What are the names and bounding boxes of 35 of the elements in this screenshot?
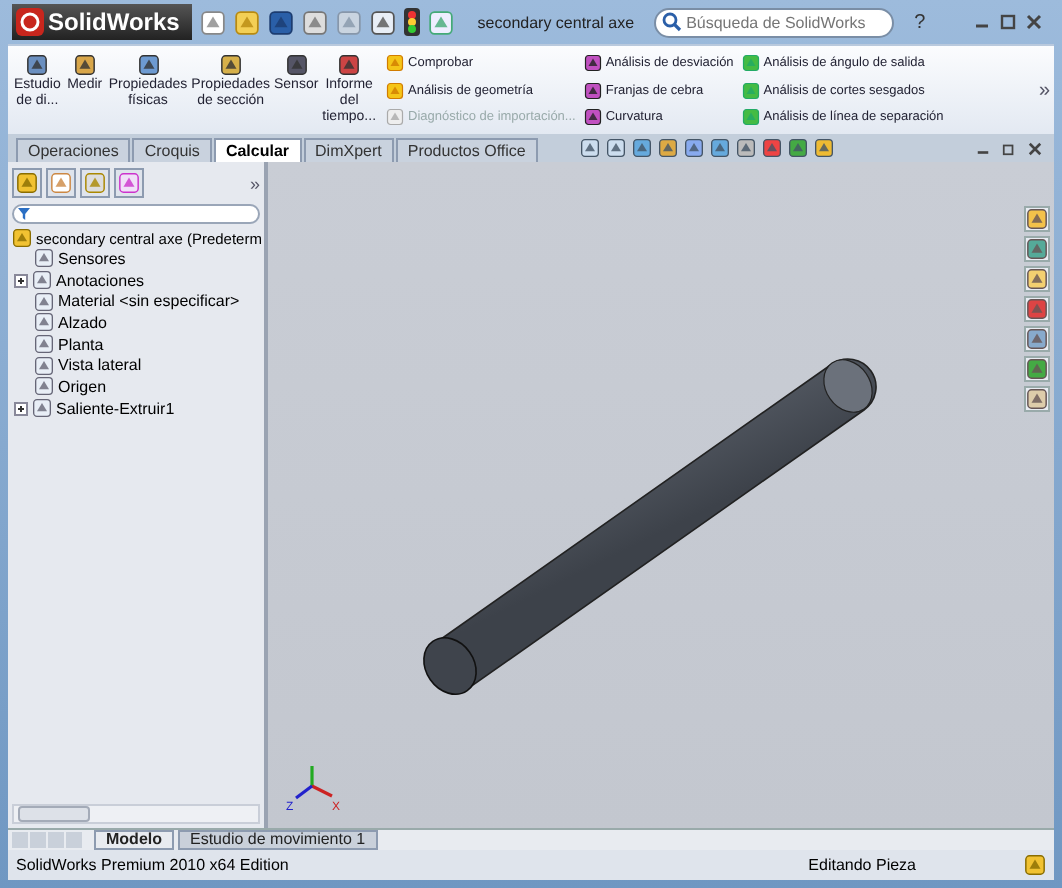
maximize-icon[interactable]	[1000, 14, 1016, 30]
tree-item[interactable]: Origen	[58, 377, 107, 396]
tree-item[interactable]: Sensores	[58, 249, 126, 268]
restore-icon[interactable]	[1002, 141, 1016, 155]
tab[interactable]: Productos Office	[395, 138, 538, 162]
tree-item[interactable]: Alzado	[58, 313, 107, 332]
tab[interactable]: Modelo	[94, 830, 174, 850]
search-field[interactable]: Búsqueda de SolidWorks	[654, 7, 895, 37]
tree-item[interactable]: Anotaciones	[56, 271, 145, 290]
tab[interactable]: DimXpert	[303, 138, 394, 162]
filter-icon	[18, 208, 30, 220]
expand-icon[interactable]	[14, 401, 28, 416]
horizontal-scrollbar[interactable]	[12, 804, 260, 824]
close-icon[interactable]	[1028, 141, 1042, 155]
tree-item[interactable]: Planta	[58, 335, 104, 354]
tab[interactable]: Calcular	[213, 138, 302, 162]
tab[interactable]: Estudio de movimiento 1	[178, 830, 378, 850]
more-button[interactable]: »	[1038, 79, 1050, 101]
tree-item[interactable]: Saliente-Extruir1	[56, 399, 175, 418]
tree-item[interactable]: Material <sin especificar>	[58, 292, 240, 311]
more-button[interactable]: »	[249, 173, 260, 193]
close-icon[interactable]	[1026, 14, 1042, 30]
help-button[interactable]: ?	[914, 11, 926, 33]
traffic-light-icon[interactable]	[403, 8, 420, 36]
status-mode: Editando Pieza	[808, 856, 916, 874]
filter-field[interactable]	[12, 204, 260, 224]
tree-item[interactable]: Vista lateral	[58, 356, 142, 375]
logo-icon	[16, 8, 44, 36]
app-logo[interactable]: SolidWorks	[12, 4, 192, 40]
expand-icon[interactable]	[14, 273, 28, 288]
status-text: SolidWorks Premium 2010 x64 Edition	[16, 856, 289, 874]
tab[interactable]: Operaciones	[16, 138, 131, 162]
tab[interactable]: Croquis	[132, 138, 212, 162]
search-icon	[662, 12, 683, 32]
document-title: secondary central axe	[477, 13, 635, 31]
